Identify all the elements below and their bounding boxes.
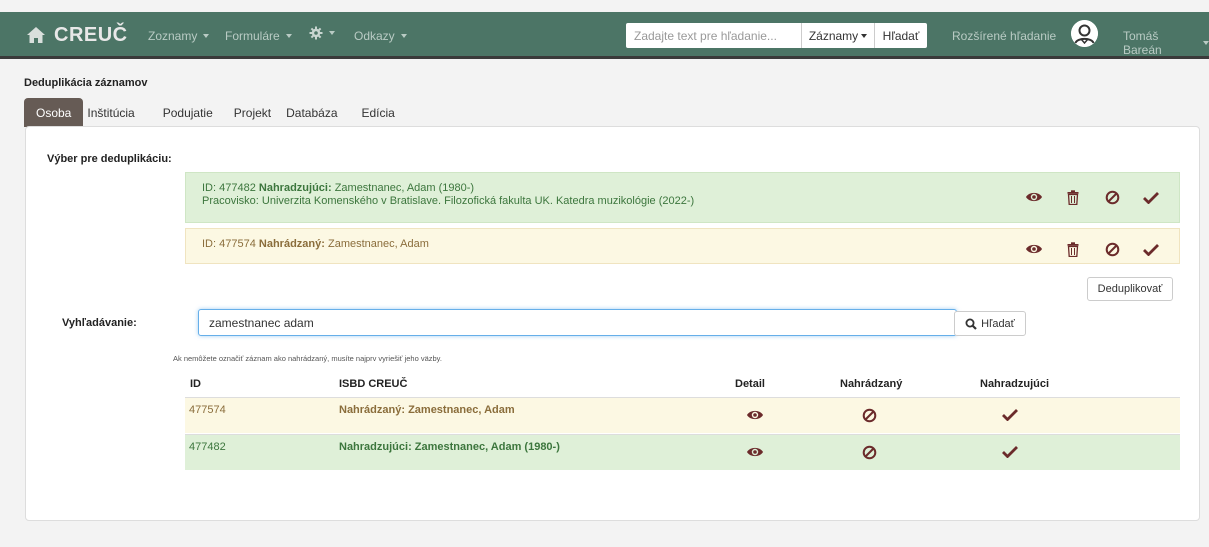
search-scope-dropdown[interactable]: Záznamy xyxy=(801,23,874,48)
replaced-record: ID: 477574 Nahrádzaný: Zamestnanec, Adam xyxy=(185,228,1180,264)
menu-formulare-label: Formuláre xyxy=(225,29,280,43)
replacing-record-actions xyxy=(1024,189,1161,205)
caret-down-icon xyxy=(1203,41,1209,45)
search-input[interactable] xyxy=(198,309,957,336)
record-name: Zamestnanec, Adam xyxy=(327,238,429,250)
ban-icon[interactable] xyxy=(862,408,877,426)
ban-icon[interactable] xyxy=(1102,241,1122,257)
table-row: 477574 Nahrádzaný: Zamestnanec, Adam xyxy=(185,397,1180,433)
navbar-search: Záznamy Hľadať xyxy=(626,23,927,48)
record-role: Nahradzujúci: xyxy=(258,182,332,194)
cell-id: 477482 xyxy=(189,441,226,453)
page-title: Deduplikácia záznamov xyxy=(24,77,148,89)
column-header-id: ID xyxy=(190,378,201,390)
caret-down-icon xyxy=(329,31,335,35)
eye-icon[interactable] xyxy=(1024,241,1044,257)
tab-osoba[interactable]: Osoba xyxy=(24,98,84,127)
tab-institucia[interactable]: Inštitúcia xyxy=(83,98,148,127)
home-icon xyxy=(27,27,45,43)
caret-down-icon xyxy=(203,34,210,38)
user-avatar-icon xyxy=(1071,20,1098,47)
record-role: Nahrádzaný: xyxy=(258,238,325,250)
caret-down-icon xyxy=(861,33,868,38)
menu-settings[interactable] xyxy=(309,26,335,40)
search-button-label: Hľadať xyxy=(981,317,1015,330)
brand-name: CREUČ xyxy=(54,23,128,46)
entity-tabs: Osoba Inštitúcia Podujatie Projekt Datab… xyxy=(24,98,407,127)
deduplicate-button[interactable]: Deduplikovať xyxy=(1087,277,1173,301)
menu-formulare[interactable]: Formuláre xyxy=(225,29,292,43)
user-menu[interactable]: Tomáš Bareán xyxy=(1123,29,1209,57)
record-id: ID: 477482 xyxy=(202,182,256,194)
dedup-panel: Výber pre deduplikáciu: ID: 477482 Nahra… xyxy=(25,126,1200,521)
eye-icon[interactable] xyxy=(1024,189,1044,205)
menu-zoznamy-label: Zoznamy xyxy=(148,29,198,43)
eye-icon[interactable] xyxy=(746,409,764,424)
eye-icon[interactable] xyxy=(746,446,764,461)
column-header-detail: Detail xyxy=(735,378,765,390)
record-name: Zamestnanec, Adam (1980-) xyxy=(334,182,475,194)
cell-isbd: Nahradzujúci: Zamestnanec, Adam (1980-) xyxy=(339,441,560,453)
advanced-search-link[interactable]: Rozšírené hľadanie xyxy=(952,29,1056,43)
column-header-replacing: Nahradzujúci xyxy=(980,378,1050,390)
navbar-search-button[interactable]: Hľadať xyxy=(874,23,927,48)
brand-logo[interactable]: CREUČ xyxy=(26,22,128,48)
search-label: Vyhľadávanie: xyxy=(62,317,137,329)
ban-icon[interactable] xyxy=(862,445,877,463)
caret-down-icon xyxy=(285,34,292,38)
selection-label: Výber pre deduplikáciu: xyxy=(47,153,172,165)
navbar-search-input[interactable] xyxy=(626,23,801,48)
avatar[interactable] xyxy=(1071,20,1098,47)
trash-icon[interactable] xyxy=(1063,189,1083,205)
tab-projekt[interactable]: Projekt xyxy=(221,98,284,127)
top-navbar: CREUČ Zoznamy Formuláre Odkazy Zadajte t… xyxy=(0,12,1209,59)
replaced-record-actions xyxy=(1024,241,1161,257)
trash-icon[interactable] xyxy=(1063,241,1083,257)
gear-icon xyxy=(309,26,323,40)
ban-icon[interactable] xyxy=(1102,189,1122,205)
replacing-record: ID: 477482 Nahradzujúci: Zamestnanec, Ad… xyxy=(185,172,1180,223)
record-id: ID: 477574 xyxy=(202,238,256,250)
cell-isbd: Nahrádzaný: Zamestnanec, Adam xyxy=(339,404,515,416)
search-scope-label: Záznamy xyxy=(808,28,859,43)
check-icon[interactable] xyxy=(1002,408,1018,424)
tab-podujatie[interactable]: Podujatie xyxy=(149,98,221,127)
menu-zoznamy[interactable]: Zoznamy xyxy=(148,29,210,43)
user-name-label: Tomáš Bareán xyxy=(1123,29,1162,57)
column-header-replaced: Nahrádzaný xyxy=(840,378,903,390)
menu-odkazy-label: Odkazy xyxy=(354,29,395,43)
help-note: Ak nemôžete označiť záznam ako nahrádzan… xyxy=(173,354,442,363)
search-button[interactable]: Hľadať xyxy=(954,311,1026,336)
check-icon[interactable] xyxy=(1141,189,1161,205)
check-icon[interactable] xyxy=(1002,445,1018,461)
tab-databaza[interactable]: Databáza xyxy=(284,98,348,127)
check-icon[interactable] xyxy=(1141,241,1161,257)
menu-odkazy[interactable]: Odkazy xyxy=(354,29,407,43)
tab-edicia[interactable]: Edícia xyxy=(349,98,407,127)
column-header-isbd: ISBD CREUČ xyxy=(339,378,408,390)
cell-id: 477574 xyxy=(189,404,226,416)
table-row: 477482 Nahradzujúci: Zamestnanec, Adam (… xyxy=(185,434,1180,470)
caret-down-icon xyxy=(400,34,407,38)
search-icon xyxy=(965,318,977,330)
